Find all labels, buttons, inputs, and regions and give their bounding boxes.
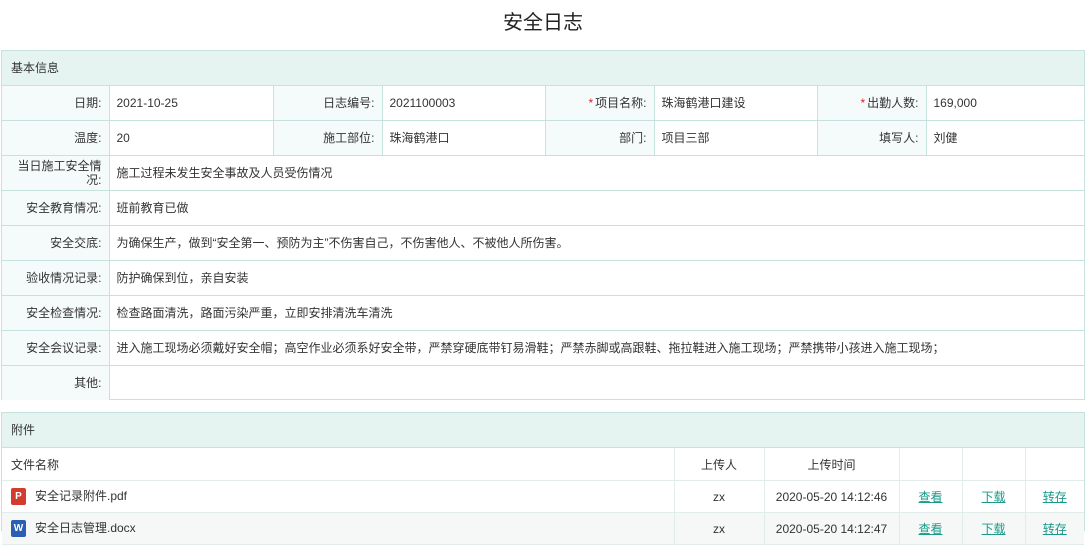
attendance-value: 169,000 <box>925 86 1084 121</box>
temperature-value: 20 <box>108 119 274 156</box>
safety-briefing-label: 安全交底: <box>2 224 110 261</box>
file-upload-time: 2020-05-20 14:12:47 <box>764 512 900 545</box>
info-row: 安全教育情况: 班前教育已做 <box>2 189 1084 226</box>
info-row: 安全检查情况: 检查路面清洗，路面污染严重，立即安排清洗车清洗 <box>2 294 1084 331</box>
col-action-transfer <box>1025 448 1084 481</box>
daily-safety-label: 当日施工安全情况: <box>2 154 110 191</box>
file-name-cell: P 安全记录附件.pdf <box>2 480 675 513</box>
col-file-name: 文件名称 <box>2 448 675 481</box>
department-value: 项目三部 <box>653 119 818 156</box>
col-upload-time: 上传时间 <box>764 448 900 481</box>
file-name-cell: W 安全日志管理.docx <box>2 512 675 545</box>
attachments-table: 文件名称 上传人 上传时间 P 安全记录附件.pdf zx 2020-05-20 … <box>2 448 1084 545</box>
info-row: 其他: <box>2 364 1084 400</box>
department-label: 部门: <box>544 119 655 156</box>
basic-info-header: 基本信息 <box>2 51 1084 86</box>
word-file-icon: W <box>11 519 26 537</box>
temperature-label: 温度: <box>2 119 110 156</box>
transfer-cell: 转存 <box>1025 512 1084 545</box>
info-row: 安全会议记录: 进入施工现场必须戴好安全帽；高空作业必须系好安全带，严禁穿硬底带… <box>2 329 1084 366</box>
attachments-panel: 附件 文件名称 上传人 上传时间 P 安全记录附件.pdf zx 2020-05-… <box>1 412 1085 545</box>
safety-education-value: 班前教育已做 <box>108 189 1084 226</box>
file-name: 安全记录附件.pdf <box>35 489 128 504</box>
filler-label: 填写人: <box>816 119 927 156</box>
required-mark: * <box>860 95 866 110</box>
construction-site-value: 珠海鹤港口 <box>381 119 546 156</box>
basic-info-table: 日期: 2021-10-25 日志编号: 2021100003 * 项目名称: 珠… <box>2 86 1084 400</box>
acceptance-label: 验收情况记录: <box>2 259 110 296</box>
safety-education-label: 安全教育情况: <box>2 189 110 226</box>
other-label: 其他: <box>2 364 110 400</box>
project-name-label: 项目名称: <box>595 95 647 110</box>
construction-site-label: 施工部位: <box>272 119 383 156</box>
col-action-download <box>962 448 1026 481</box>
required-mark: * <box>588 95 594 110</box>
pdf-file-icon: P <box>11 487 26 505</box>
info-row: 验收情况记录: 防护确保到位，亲自安装 <box>2 259 1084 296</box>
safety-inspection-label: 安全检查情况: <box>2 294 110 331</box>
basic-info-panel: 基本信息 日期: 2021-10-25 日志编号: 2021100003 * 项目… <box>1 50 1085 400</box>
project-name-value: 珠海鹤港口建设 <box>653 86 818 121</box>
file-name: 安全日志管理.docx <box>35 521 136 536</box>
col-uploader: 上传人 <box>674 448 765 481</box>
transfer-link[interactable]: 转存 <box>1043 522 1067 536</box>
download-cell: 下载 <box>962 480 1026 513</box>
daily-safety-value: 施工过程未发生安全事故及人员受伤情况 <box>108 154 1084 191</box>
log-no-value: 2021100003 <box>381 86 546 121</box>
view-link[interactable]: 查看 <box>918 490 942 504</box>
other-value <box>108 364 1084 400</box>
view-link[interactable]: 查看 <box>918 522 942 536</box>
info-row: 安全交底: 为确保生产，做到“安全第一、预防为主”不伤害自己，不伤害他人、不被他… <box>2 224 1084 261</box>
attendance-label: 出勤人数: <box>867 95 919 110</box>
date-label: 日期: <box>2 86 110 121</box>
view-cell: 查看 <box>899 480 963 513</box>
attachments-header-row: 文件名称 上传人 上传时间 <box>2 448 1084 481</box>
transfer-cell: 转存 <box>1025 480 1084 513</box>
info-row: 温度: 20 施工部位: 珠海鹤港口 部门: 项目三部 填写人: 刘健 <box>2 119 1084 156</box>
download-link[interactable]: 下载 <box>981 522 1005 536</box>
info-row: 日期: 2021-10-25 日志编号: 2021100003 * 项目名称: 珠… <box>2 86 1084 121</box>
file-upload-time: 2020-05-20 14:12:46 <box>764 480 900 513</box>
project-name-label-cell: * 项目名称: <box>544 86 655 121</box>
info-row: 当日施工安全情况: 施工过程未发生安全事故及人员受伤情况 <box>2 154 1084 191</box>
file-uploader: zx <box>674 512 765 545</box>
file-uploader: zx <box>674 480 765 513</box>
safety-briefing-value: 为确保生产，做到“安全第一、预防为主”不伤害自己，不伤害他人、不被他人所伤害。 <box>108 224 1084 261</box>
file-row: P 安全记录附件.pdf zx 2020-05-20 14:12:46 查看 下载… <box>2 480 1084 513</box>
attendance-label-cell: * 出勤人数: <box>816 86 927 121</box>
view-cell: 查看 <box>899 512 963 545</box>
download-link[interactable]: 下载 <box>981 490 1005 504</box>
file-row: W 安全日志管理.docx zx 2020-05-20 14:12:47 查看 下… <box>2 512 1084 545</box>
safety-meeting-value: 进入施工现场必须戴好安全帽；高空作业必须系好安全带，严禁穿硬底带钉易滑鞋；严禁赤… <box>108 329 1084 366</box>
page-title: 安全日志 <box>503 12 583 34</box>
transfer-link[interactable]: 转存 <box>1043 490 1067 504</box>
date-value: 2021-10-25 <box>108 86 274 121</box>
filler-value: 刘健 <box>925 119 1084 156</box>
col-action-view <box>899 448 963 481</box>
download-cell: 下载 <box>962 512 1026 545</box>
safety-inspection-value: 检查路面清洗，路面污染严重，立即安排清洗车清洗 <box>108 294 1084 331</box>
attachments-header: 附件 <box>2 413 1084 448</box>
acceptance-value: 防护确保到位，亲自安装 <box>108 259 1084 296</box>
log-no-label: 日志编号: <box>272 86 383 121</box>
safety-meeting-label: 安全会议记录: <box>2 329 110 366</box>
